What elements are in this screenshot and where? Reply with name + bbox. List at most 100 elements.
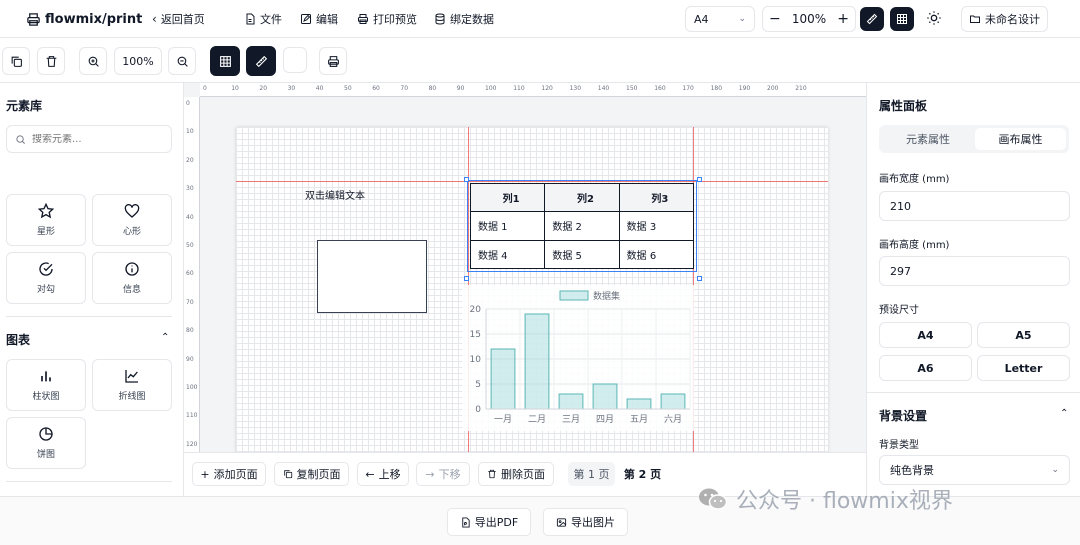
table-cell[interactable]: 数据 2 xyxy=(544,211,620,241)
tabs: 元素属性 画布属性 xyxy=(879,125,1069,153)
resize-handle[interactable] xyxy=(464,177,469,182)
print-page[interactable]: 双击编辑文本 列1 列2 列3 数据 1 数据 2 数据 3 数据 4 数据 5 xyxy=(236,127,828,467)
heart-icon xyxy=(124,204,140,218)
preset-letter[interactable]: Letter xyxy=(977,355,1070,381)
delete-page-button[interactable]: 删除页面 xyxy=(478,462,554,486)
resize-handle[interactable] xyxy=(697,177,702,182)
shape-check[interactable]: 对勾 xyxy=(6,252,86,304)
tab-canvas[interactable]: 画布属性 xyxy=(975,128,1066,150)
bar-chart-element[interactable]: 0 5 10 15 20 一月 二月 三月 四月 五月 六月 数据集 xyxy=(462,285,694,431)
menu-edit[interactable]: 编辑 xyxy=(300,8,338,30)
shape-info[interactable]: 信息 xyxy=(92,252,172,304)
paper-select[interactable]: A4 ⌄ xyxy=(685,6,755,32)
export-pdf-button[interactable]: 导出PDF xyxy=(447,508,531,536)
zoom-in-icon xyxy=(88,56,99,67)
bg-type-select[interactable]: 纯色背景 ⌄ xyxy=(879,455,1070,485)
ruler-tick: 100 xyxy=(485,85,497,92)
chart-bar[interactable]: 柱状图 xyxy=(6,359,86,411)
menu-bind-data[interactable]: 绑定数据 xyxy=(434,8,494,30)
ruler-toggle[interactable] xyxy=(860,7,884,31)
tab-element[interactable]: 元素属性 xyxy=(882,128,974,150)
element-library-title: 元素库 xyxy=(6,99,43,113)
chart-line[interactable]: 折线图 xyxy=(92,359,172,411)
chevron-up-icon[interactable]: ⌃ xyxy=(161,332,169,343)
zoom-out-tool[interactable] xyxy=(168,47,196,75)
shape-star[interactable]: 星形 xyxy=(6,194,86,246)
export-bar: 导出PDF 导出图片 公众号 · flowmix视界 xyxy=(0,488,1080,545)
table-cell[interactable]: 数据 3 xyxy=(618,211,695,241)
table-cell[interactable]: 数据 6 xyxy=(618,239,695,270)
ruler-icon xyxy=(255,55,267,67)
page-tab-2[interactable]: 第 2 页 xyxy=(619,462,666,486)
menu-file[interactable]: 文件 xyxy=(244,8,282,30)
file-pdf-icon xyxy=(462,516,470,528)
arrow-left-icon: ← xyxy=(365,467,375,481)
bar xyxy=(490,348,516,410)
x-tick-label: 二月 xyxy=(528,414,546,425)
preset-a6[interactable]: A6 xyxy=(879,355,972,381)
height-input[interactable]: 297 xyxy=(879,256,1070,286)
text-element[interactable]: 双击编辑文本 xyxy=(305,187,365,202)
chart-pie[interactable]: 饼图 xyxy=(6,417,86,469)
delete-button[interactable] xyxy=(37,47,65,75)
design-name-button[interactable]: 未命名设计 xyxy=(961,6,1048,32)
table-cell[interactable]: 数据 4 xyxy=(469,239,546,270)
chevron-up-icon[interactable]: ⌃ xyxy=(1060,408,1068,419)
table-cell[interactable]: 数据 1 xyxy=(469,211,546,241)
shape-label: 对勾 xyxy=(36,285,55,295)
ruler-tick: 90 xyxy=(186,355,194,363)
ruler-tick: 190 xyxy=(738,85,751,92)
chart-label: 折线图 xyxy=(118,392,146,402)
preset-a4[interactable]: A4 xyxy=(879,322,972,348)
copy-page-button[interactable]: 复制页面 xyxy=(274,462,349,486)
print-button[interactable] xyxy=(319,47,347,75)
ruler-tool[interactable] xyxy=(246,46,276,76)
color-swatch[interactable] xyxy=(283,47,307,73)
zoom-out-button[interactable]: − xyxy=(769,11,781,27)
ruler-tick: 0 xyxy=(203,85,207,92)
add-page-button[interactable]: + 添加页面 xyxy=(192,462,266,486)
page-tab-1[interactable]: 第 1 页 xyxy=(568,462,615,486)
grid-toggle[interactable] xyxy=(890,7,914,31)
bg-type-label: 背景类型 xyxy=(879,440,919,451)
check-circle-icon xyxy=(39,262,53,276)
x-tick-label: 五月 xyxy=(630,414,648,425)
resize-handle[interactable] xyxy=(464,276,469,281)
table-element[interactable]: 列1 列2 列3 数据 1 数据 2 数据 3 数据 4 数据 5 数据 6 xyxy=(467,180,697,272)
ruler-tick: 40 xyxy=(315,85,324,92)
move-down-button[interactable]: → 下移 xyxy=(416,462,470,486)
search-icon xyxy=(16,134,25,144)
back-home-button[interactable]: ‹ 返回首页 xyxy=(152,8,205,30)
printer-icon xyxy=(27,12,40,26)
x-tick-label: 四月 xyxy=(596,414,614,425)
copy-button[interactable] xyxy=(2,47,30,75)
ruler-tick: 50 xyxy=(344,85,352,92)
width-input[interactable]: 210 xyxy=(879,191,1070,221)
resize-handle[interactable] xyxy=(697,276,702,281)
search-input[interactable] xyxy=(32,133,162,145)
ruler-tick: 10 xyxy=(186,128,194,136)
divider xyxy=(6,481,172,482)
zoom-in-button[interactable]: + xyxy=(837,11,849,27)
x-tick-label: 三月 xyxy=(562,414,580,425)
sun-icon xyxy=(927,11,941,25)
table-cell[interactable]: 数据 5 xyxy=(544,239,620,270)
theme-toggle[interactable] xyxy=(926,10,942,30)
bar xyxy=(592,383,618,410)
bar xyxy=(558,393,584,410)
zoom-out-icon xyxy=(177,56,188,67)
rectangle-element[interactable] xyxy=(317,240,427,313)
brand[interactable]: flowmix/print xyxy=(26,8,142,30)
menu-file-label: 文件 xyxy=(260,13,282,26)
shape-heart[interactable]: 心形 xyxy=(92,194,172,246)
brand-name: flowmix/print xyxy=(45,11,143,27)
preset-a5[interactable]: A5 xyxy=(977,322,1070,348)
grid-tool[interactable] xyxy=(210,46,240,76)
export-image-button[interactable]: 导出图片 xyxy=(543,508,628,536)
move-down-label: 下移 xyxy=(438,468,461,481)
move-up-button[interactable]: ← 上移 xyxy=(357,462,409,486)
trash-icon xyxy=(488,469,496,479)
zoom-in-tool[interactable] xyxy=(79,47,107,75)
table-header: 列2 xyxy=(544,182,620,213)
menu-print-preview[interactable]: 打印预览 xyxy=(357,8,417,30)
